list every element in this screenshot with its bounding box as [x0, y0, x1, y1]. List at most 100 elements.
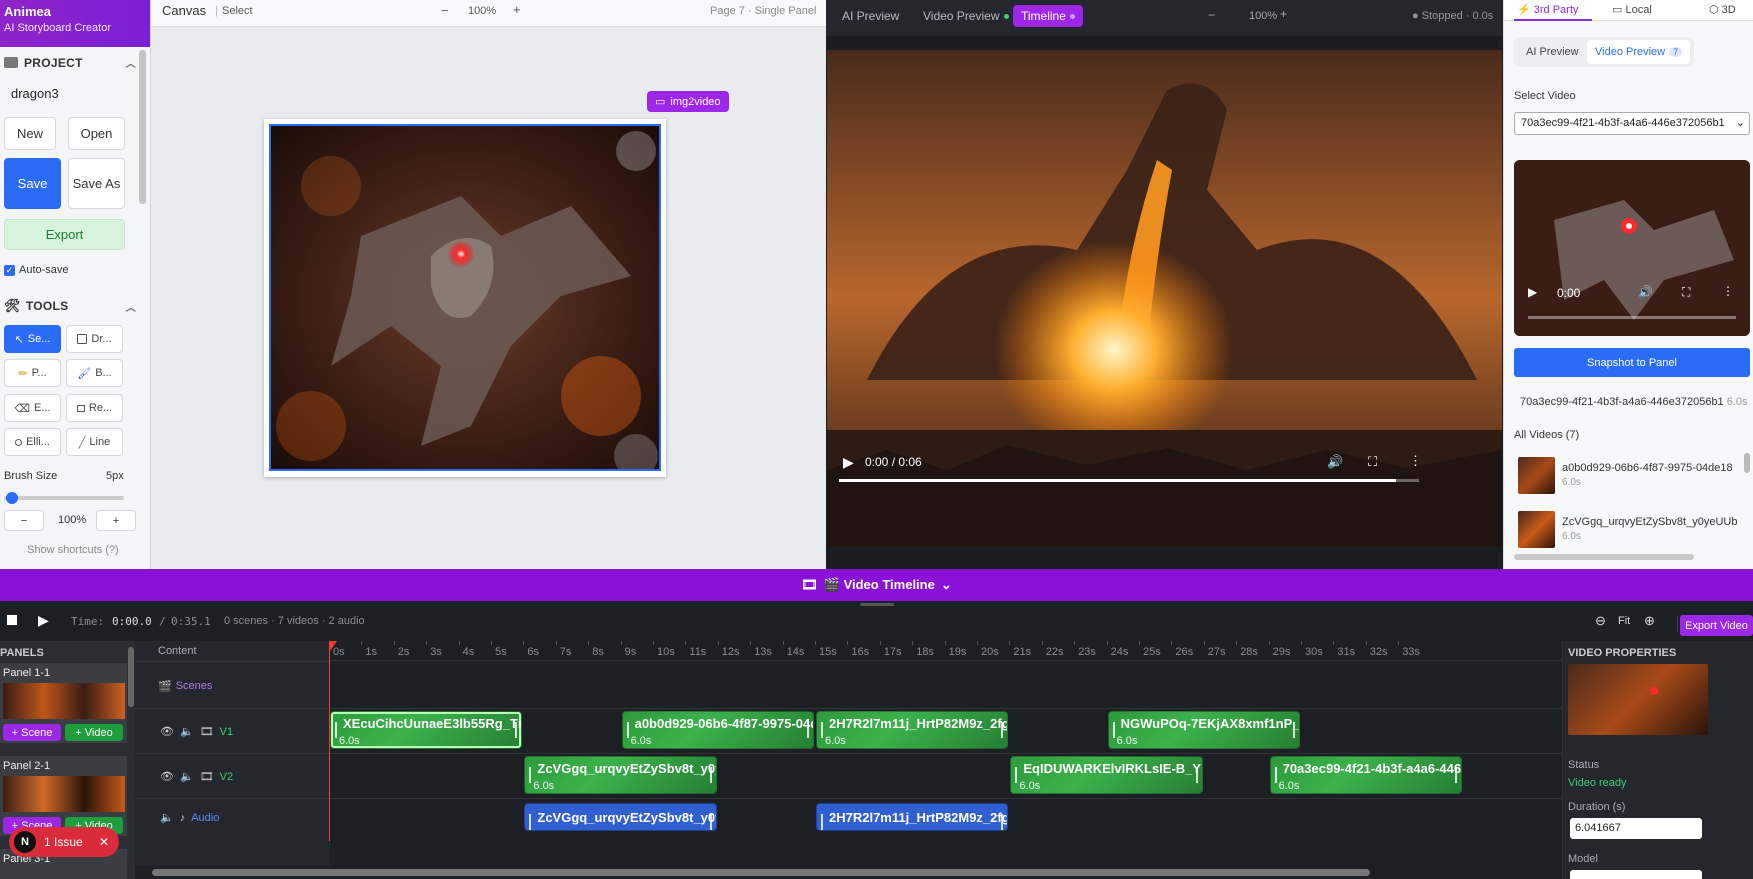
snapshot-to-panel-button[interactable]: Snapshot to Panel: [1514, 348, 1750, 377]
timeline-clip[interactable]: 2H7R2l7m11j_HrtP82M9z_2fg8 6.0s: [816, 711, 1009, 749]
open-project-button[interactable]: Open: [68, 117, 125, 150]
sidebar-scrollbar[interactable]: [139, 50, 146, 204]
model-select[interactable]: [1570, 870, 1702, 879]
tool-draw[interactable]: Dr...: [66, 325, 123, 353]
clip-trim-handle[interactable]: [626, 722, 629, 738]
mini-progress-bar[interactable]: [1528, 316, 1736, 319]
panel-frame[interactable]: [269, 124, 661, 471]
subtab-ai-preview[interactable]: AI Preview: [1518, 40, 1587, 64]
mini-play-icon[interactable]: ▶: [1528, 285, 1537, 299]
mute-icon[interactable]: 🔈: [160, 811, 174, 824]
slider-thumb[interactable]: [6, 492, 18, 504]
playhead-handle[interactable]: [329, 641, 337, 651]
tab-ai-preview[interactable]: AI Preview: [834, 5, 907, 27]
mute-icon[interactable]: 🔈: [180, 770, 194, 783]
show-shortcuts-link[interactable]: Show shortcuts (?): [27, 544, 119, 556]
clip-trim-handle[interactable]: [821, 814, 823, 830]
timeline-clip[interactable]: XEcuCihcUunaeE3lb55Rg_TmV8 6.0s: [330, 711, 523, 749]
timeline-clip[interactable]: a0b0d929-06b6-4f87-9975-04de18 6.0s: [621, 711, 814, 749]
timeline-clip[interactable]: NGWuPOq-7EKjAX8xmf1nP_KLY 6.0s: [1107, 711, 1300, 749]
subtab-video-preview[interactable]: Video Preview 7: [1587, 40, 1691, 64]
timeline-hscrollbar[interactable]: [152, 869, 1370, 876]
project-section-header[interactable]: PROJECT ︿: [0, 55, 140, 73]
add-scene-button[interactable]: + Scene: [3, 724, 61, 741]
tool-ellipse[interactable]: Elli...: [4, 428, 61, 456]
mini-more-icon[interactable]: ⋮: [1722, 284, 1734, 298]
tab-timeline[interactable]: Timeline: [1013, 5, 1083, 27]
clip-trim-handle[interactable]: [529, 767, 532, 783]
timeline-clip[interactable]: 70a3ec99-4f21-4b3f-a4a6-446 6.0s: [1269, 756, 1462, 794]
volume-icon[interactable]: 🔊: [1327, 454, 1343, 470]
more-options-icon[interactable]: ⋮: [1409, 453, 1422, 469]
fit-button[interactable]: Fit: [1618, 615, 1630, 627]
add-video-button[interactable]: + Video: [65, 724, 123, 741]
canvas-zoom-out-button[interactable]: −: [441, 3, 449, 18]
issue-badge[interactable]: N 1 Issue ✕: [9, 827, 119, 857]
timeline-clip[interactable]: 2H7R2l7m11j_HrtP82M9z_2fg8O: [816, 803, 1009, 831]
export-video-button[interactable]: Export Video: [1680, 615, 1753, 636]
video-progress-bar[interactable]: [839, 479, 1419, 482]
video-list-item[interactable]: a0b0d929-06b6-4f87-9975-04de18 6.0s: [1518, 453, 1740, 501]
tool-eraser[interactable]: ⌫ E...: [4, 394, 61, 422]
new-project-button[interactable]: New: [4, 117, 56, 150]
video-list-hscrollbar[interactable]: [1514, 554, 1694, 560]
autosave-checkbox[interactable]: ✓: [4, 264, 15, 276]
tool-select[interactable]: ↖ Se...: [4, 325, 61, 353]
tools-section-header[interactable]: 🛠 TOOLS ︿: [0, 298, 140, 316]
save-as-button[interactable]: Save As: [68, 158, 125, 209]
clip-trim-handle[interactable]: [1112, 722, 1115, 738]
tab-3rd-party[interactable]: ⚡ 3rd Party: [1517, 3, 1578, 16]
clip-trim-handle[interactable]: [1015, 767, 1018, 783]
video-select[interactable]: 70a3ec99-4f21-4b3f-a4a6-446e372056b1 ⌄: [1514, 112, 1750, 135]
tool-zoom-in-button[interactable]: +: [96, 510, 136, 531]
tab-3d[interactable]: ⬡ 3D: [1709, 3, 1736, 16]
timeline-clip[interactable]: EqIDUWARKElvIRKLsIE-B_YBT4 6.0s: [1010, 756, 1203, 794]
panel-card[interactable]: Panel 1-1 + Scene + Video: [0, 663, 127, 743]
brush-size-slider[interactable]: [4, 492, 124, 504]
tab-video-preview[interactable]: Video Preview: [915, 5, 1017, 27]
mini-fullscreen-icon[interactable]: ⛶: [1682, 285, 1690, 300]
video-player[interactable]: ▶ 0:00 / 0:06 🔊 ⛶ ⋮: [827, 50, 1502, 547]
close-icon[interactable]: ✕: [99, 835, 109, 849]
timeline-clip[interactable]: ZcVGgq_urqvyEtZySbv8t_y0yeU 6.0s: [524, 756, 717, 794]
mini-video-player[interactable]: ▶ 0:00 🔊 ⛶ ⋮: [1514, 160, 1750, 336]
timeline-header[interactable]: 🎞 🎬 Video Timeline ⌄: [0, 569, 1753, 601]
clip-trim-handle[interactable]: [529, 814, 532, 830]
panel-card[interactable]: Panel 2-1 + Scene + Video: [0, 756, 127, 836]
zoom-in-icon[interactable]: ⊕: [1644, 613, 1655, 629]
duration-input[interactable]: 6.041667: [1570, 818, 1702, 839]
video-list-item[interactable]: ZcVGgq_urqvyEtZySbv8t_y0yeUUb 6.0s: [1518, 507, 1740, 555]
play-icon[interactable]: ▶: [38, 612, 49, 629]
tool-brush[interactable]: 🖌 B...: [66, 359, 123, 387]
tool-pencil[interactable]: ✏ P...: [4, 359, 61, 387]
clip-trim-handle[interactable]: [821, 722, 823, 738]
export-button[interactable]: Export: [4, 219, 125, 250]
play-icon[interactable]: ▶: [843, 454, 854, 471]
mini-volume-icon[interactable]: 🔊: [1638, 285, 1653, 299]
tool-line[interactable]: ╱ Line: [66, 428, 123, 456]
eye-icon[interactable]: 👁: [160, 770, 174, 783]
img2video-button[interactable]: ▭ img2video: [647, 91, 729, 112]
clip-trim-handle[interactable]: [1274, 767, 1277, 783]
tool-rectangle[interactable]: Re...: [66, 394, 123, 422]
chevron-up-icon[interactable]: ︿: [126, 299, 136, 314]
tool-zoom-out-button[interactable]: −: [4, 510, 44, 531]
mute-icon[interactable]: 🔈: [180, 725, 194, 738]
tab-local[interactable]: ▭ Local: [1612, 3, 1652, 16]
panels-scrollbar[interactable]: [128, 647, 134, 707]
video-list-scrollbar[interactable]: [1744, 453, 1750, 473]
save-button[interactable]: Save: [4, 158, 61, 209]
time-ruler[interactable]: 0s 1s 2s 3s 4s 5s 6s 7s 8s 9s 10s 11s 12s 13s 14s 15s 16…: [329, 641, 1562, 661]
canvas-zoom-in-button[interactable]: +: [513, 2, 521, 17]
preview-zoom-in-button[interactable]: +: [1280, 7, 1287, 21]
zoom-out-icon[interactable]: ⊖: [1595, 613, 1606, 629]
eye-icon[interactable]: 👁: [160, 725, 174, 738]
stop-icon[interactable]: [7, 615, 17, 625]
timeline-clip[interactable]: ZcVGgq_urqvyEtZySbv8t_y0yeU: [524, 803, 717, 831]
chevron-up-icon[interactable]: ︿: [126, 55, 136, 70]
fullscreen-icon[interactable]: ⛶: [1368, 454, 1377, 470]
resize-handle[interactable]: [860, 603, 894, 606]
clip-trim-handle[interactable]: [335, 722, 337, 738]
preview-zoom-out-button[interactable]: −: [1208, 8, 1215, 22]
timeline-lanes[interactable]: 0s 1s 2s 3s 4s 5s 6s 7s 8s 9s 10s 11s 12s 13s 14s 15s 16…: [329, 641, 1562, 866]
